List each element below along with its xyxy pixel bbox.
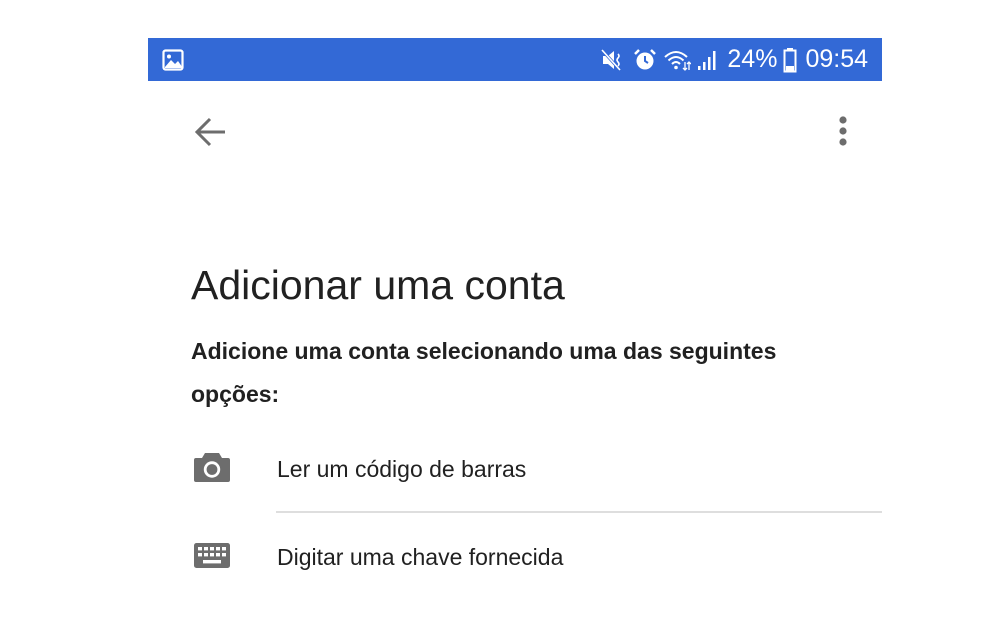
arrow-back-icon <box>192 117 232 154</box>
more-vert-icon <box>828 116 858 156</box>
battery-percentage: 24% <box>727 45 778 73</box>
camera-icon <box>192 449 232 485</box>
keyboard-icon <box>192 537 232 573</box>
scan-barcode-option[interactable]: Ler um código de barras <box>148 434 882 504</box>
status-time: 09:54 <box>805 45 868 73</box>
page-title: Adicionar uma conta <box>191 262 565 308</box>
enter-key-option[interactable]: Digitar uma chave fornecida <box>148 522 882 592</box>
back-button[interactable] <box>192 114 232 150</box>
status-icons: 24% 09:54 <box>601 38 868 81</box>
status-bar: 24% 09:54 <box>148 38 882 81</box>
battery-icon <box>783 47 797 73</box>
alarm-icon <box>633 48 657 72</box>
enter-key-label: Digitar uma chave fornecida <box>277 544 564 570</box>
image-icon <box>162 49 184 71</box>
scan-barcode-label: Ler um código de barras <box>277 456 527 482</box>
page-subtitle: Adicione uma conta selecionando uma das … <box>191 338 777 407</box>
more-options-button[interactable] <box>828 112 858 152</box>
mute-icon <box>601 48 627 72</box>
wifi-icon <box>663 48 692 72</box>
phone-screen: 24% 09:54 Adicionar uma conta Adicione u… <box>148 38 882 630</box>
signal-icon <box>697 48 719 72</box>
option-divider <box>276 511 882 513</box>
